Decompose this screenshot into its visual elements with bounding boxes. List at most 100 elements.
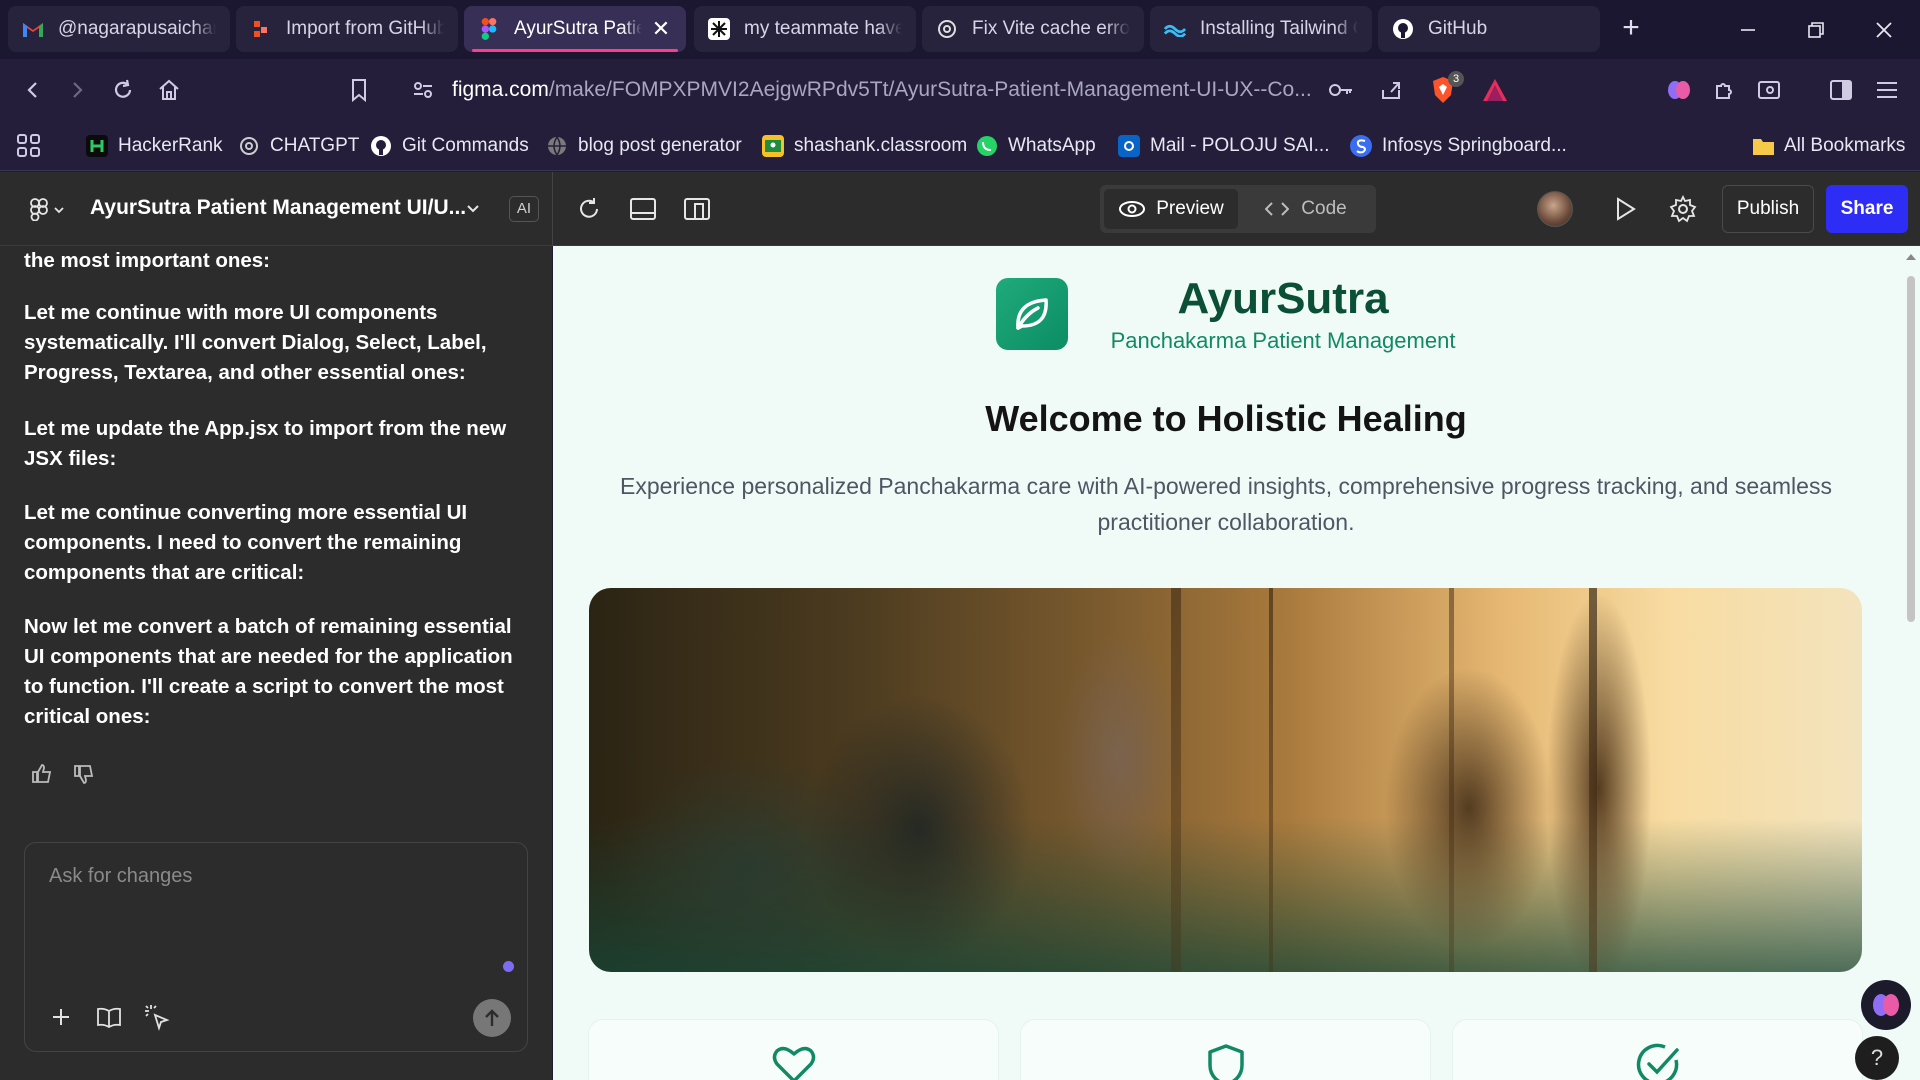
new-tab-button[interactable]: +: [1612, 13, 1650, 47]
chat-message: Let me update the App.jsx to import from…: [24, 417, 507, 470]
figma-make-icon: [250, 18, 272, 40]
feature-card: [1453, 1020, 1862, 1080]
preview-scrollbar[interactable]: [1902, 246, 1920, 1080]
share-page-icon[interactable]: [1372, 71, 1410, 109]
tab-gmail[interactable]: @nagarapusaichar: [8, 6, 230, 52]
tab-teammate[interactable]: my teammate have: [694, 6, 916, 52]
chatgpt-icon: [238, 135, 260, 157]
status-dot: [503, 961, 514, 972]
brave-badge: 3: [1448, 71, 1464, 87]
hero-image-detail: [1269, 588, 1273, 972]
leo-ai-icon[interactable]: [1660, 71, 1698, 109]
sparkle-cursor-icon[interactable]: [141, 1001, 173, 1033]
bookmark-chatgpt[interactable]: CHATGPT: [238, 131, 359, 161]
hero-image-detail: [1589, 588, 1597, 972]
send-button[interactable]: [473, 999, 511, 1037]
tab-github[interactable]: GitHub: [1378, 6, 1600, 52]
springboard-icon: [1350, 135, 1372, 157]
chat-message: Let me continue converting more essentia…: [24, 501, 468, 584]
minimize-button[interactable]: [1714, 0, 1782, 59]
brave-shields-icon[interactable]: 3: [1424, 71, 1464, 109]
thumbs-down-icon[interactable]: [70, 760, 98, 788]
sidebar-toggle-icon[interactable]: [1822, 71, 1860, 109]
url-path: /make/FOMPXPMVI2AejgwRPdv5Tt/AyurSutra-P…: [548, 78, 1312, 101]
url-text[interactable]: figma.com/make/FOMPXPMVI2AejgwRPdv5Tt/Ay…: [452, 78, 1312, 102]
hero-image-detail: [1449, 588, 1454, 972]
tab-vite-cache[interactable]: Fix Vite cache error: [922, 6, 1144, 52]
back-button[interactable]: [14, 71, 52, 109]
help-button[interactable]: ?: [1855, 1036, 1899, 1080]
figma-icon: [478, 18, 500, 40]
avatar[interactable]: [1537, 191, 1573, 227]
reader-mode-icon[interactable]: [1750, 71, 1788, 109]
apps-grid-icon[interactable]: [16, 131, 42, 161]
ai-assistant-icon[interactable]: [1861, 980, 1911, 1030]
browser-tab-strip: @nagarapusaichar Import from GitHub Ayur…: [0, 0, 1920, 59]
scroll-up-icon[interactable]: [1902, 250, 1920, 264]
gmail-icon: [22, 18, 44, 40]
responsive-view-icon[interactable]: [678, 190, 716, 228]
bookmark-classroom[interactable]: shashank.classroom: [762, 131, 967, 161]
bookmark-git-commands[interactable]: Git Commands: [370, 131, 529, 161]
windsurf-icon: [1164, 18, 1186, 40]
bookmark-infosys[interactable]: Infosys Springboard...: [1350, 131, 1567, 161]
bookmark-mail[interactable]: Mail - POLOJU SAI...: [1118, 131, 1329, 161]
chat-message: the most important ones:: [24, 249, 271, 272]
ask-for-changes-input[interactable]: [49, 865, 499, 888]
figma-make-header: AyurSutra Patient Management UI/U... AI …: [0, 172, 1920, 246]
thumbs-up-icon[interactable]: [28, 760, 56, 788]
hackerrank-icon: [86, 135, 108, 157]
site-settings-icon[interactable]: [404, 71, 442, 109]
tab-ayursutra[interactable]: AyurSutra Patient ✕: [464, 6, 686, 52]
refresh-icon[interactable]: [570, 190, 608, 228]
figma-menu-icon[interactable]: [22, 190, 70, 228]
bookmark-hackerrank[interactable]: HackerRank: [86, 131, 223, 161]
leaf-logo-icon: [996, 278, 1068, 350]
bookmark-whatsapp[interactable]: WhatsApp: [976, 131, 1096, 161]
github-icon: [370, 135, 392, 157]
forward-button[interactable]: [58, 71, 96, 109]
chat-message: Now let me convert a batch of remaining …: [24, 615, 513, 728]
chat-message: Let me continue with more UI components …: [24, 301, 487, 384]
desktop-view-icon[interactable]: [624, 190, 662, 228]
close-window-button[interactable]: [1850, 0, 1918, 59]
share-button[interactable]: Share: [1826, 185, 1908, 233]
brand-title: AyurSutra: [1177, 274, 1389, 323]
brave-rewards-icon[interactable]: [1476, 71, 1514, 109]
project-title[interactable]: AyurSutra Patient Management UI/U...: [90, 196, 466, 220]
password-key-icon[interactable]: [1322, 71, 1360, 109]
restore-button[interactable]: [1782, 0, 1850, 59]
whatsapp-icon: [976, 135, 998, 157]
tab-tailwind[interactable]: Installing Tailwind C: [1150, 6, 1372, 52]
book-icon[interactable]: [93, 1001, 125, 1033]
app-icon: [708, 18, 730, 40]
publish-button[interactable]: Publish: [1722, 185, 1814, 233]
chevron-down-icon[interactable]: [454, 190, 492, 228]
browser-toolbar: figma.com/make/FOMPXPMVI2AejgwRPdv5Tt/Ay…: [0, 59, 1920, 121]
brand-tagline: Panchakarma Patient Management: [1110, 328, 1456, 353]
home-button[interactable]: [150, 71, 188, 109]
extensions-icon[interactable]: [1706, 71, 1744, 109]
bookmark-icon[interactable]: [340, 71, 378, 109]
all-bookmarks[interactable]: All Bookmarks: [1752, 131, 1905, 161]
close-tab-icon[interactable]: ✕: [650, 18, 672, 40]
divider: [552, 172, 553, 246]
scrollbar-thumb[interactable]: [1907, 276, 1915, 622]
bookmark-blog-post[interactable]: blog post generator: [546, 131, 742, 161]
reload-button[interactable]: [104, 71, 142, 109]
settings-gear-icon[interactable]: [1664, 190, 1702, 228]
heart-icon: [771, 1042, 817, 1080]
url-host: figma.com: [452, 78, 549, 101]
hero-title: Welcome to Holistic Healing: [985, 398, 1467, 439]
tab-import-github[interactable]: Import from GitHub: [236, 6, 458, 52]
play-icon[interactable]: [1606, 190, 1644, 228]
ai-chat-panel: the most important ones: Let me continue…: [0, 246, 552, 1080]
ai-chip[interactable]: AI: [509, 196, 539, 222]
tab-preview[interactable]: Preview: [1104, 189, 1238, 229]
view-mode-toggle: Preview Code: [1100, 185, 1376, 233]
classroom-icon: [762, 135, 784, 157]
menu-icon[interactable]: [1868, 71, 1906, 109]
tab-code[interactable]: Code: [1240, 189, 1372, 229]
arrow-up-icon: [485, 1009, 499, 1026]
add-icon[interactable]: [45, 1001, 77, 1033]
